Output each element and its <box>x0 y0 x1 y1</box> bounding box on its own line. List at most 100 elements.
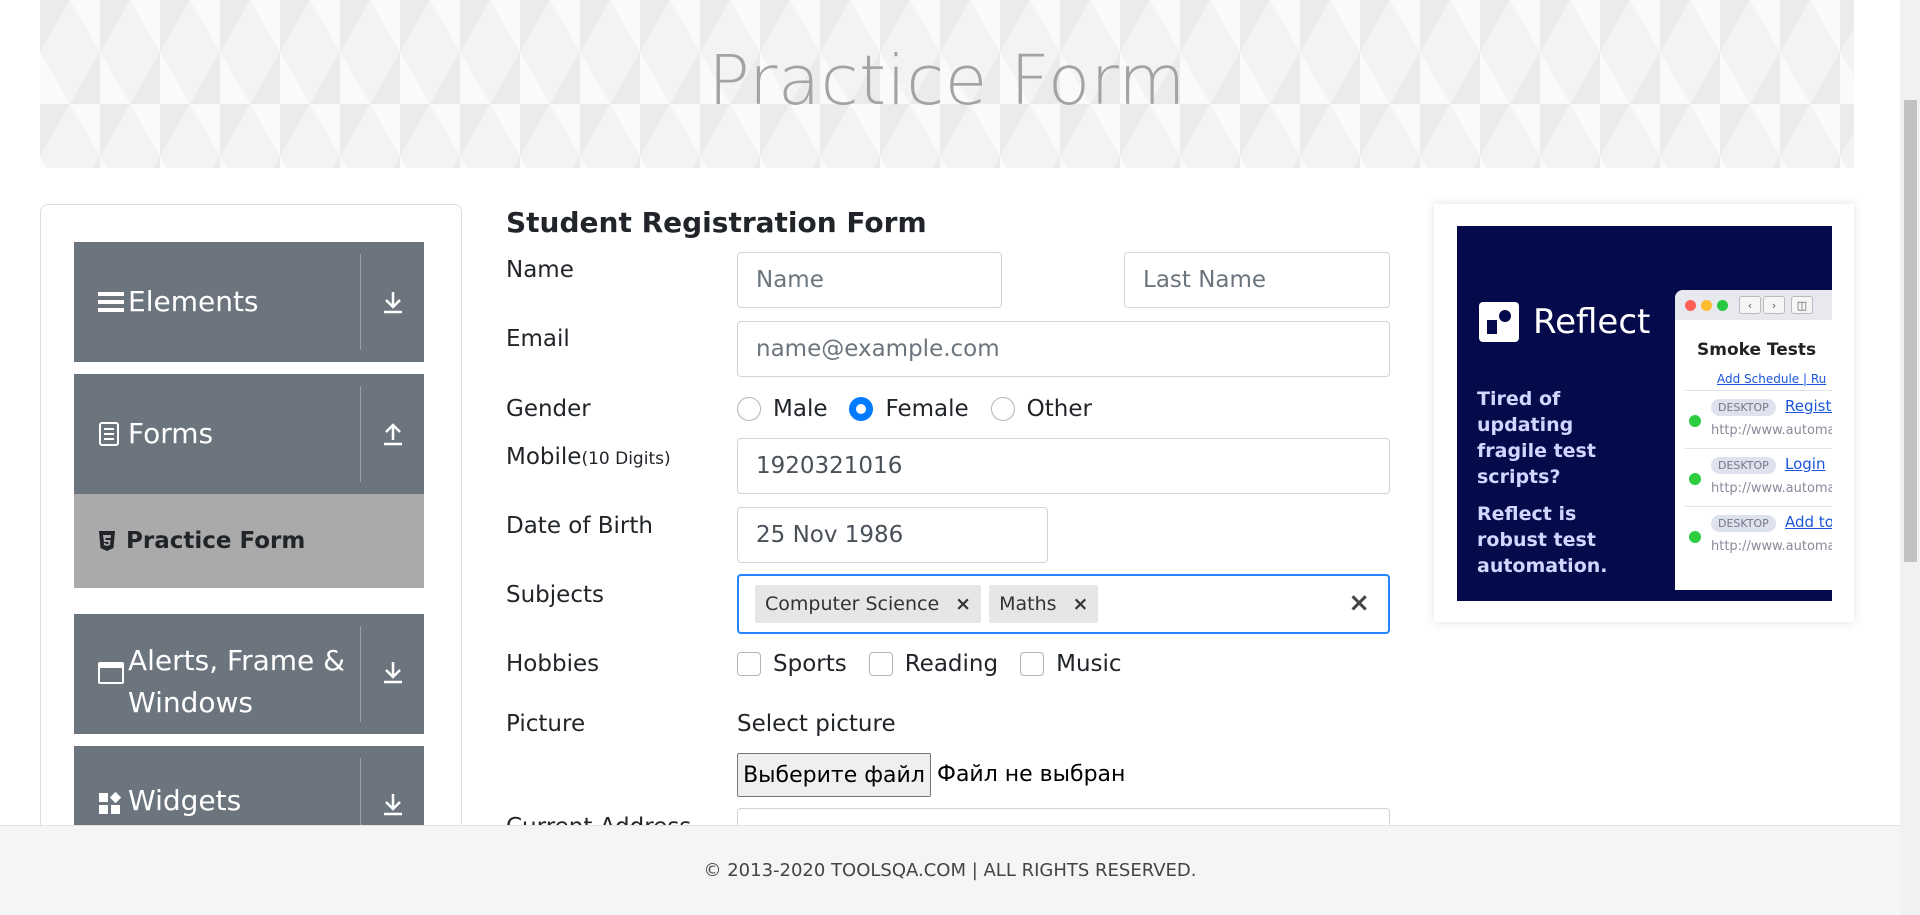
sidebar-toggle-icon: ◫ <box>1791 296 1813 314</box>
gender-male-radio[interactable] <box>737 397 761 421</box>
form-title: Student Registration Form <box>506 206 927 239</box>
ad-badge: DESKTOP <box>1711 457 1776 474</box>
ad-test-row: DESKTOP Login http://www.automat <box>1685 448 1832 504</box>
status-dot-icon <box>1689 415 1701 427</box>
gender-other-label[interactable]: Other <box>1027 396 1092 422</box>
gender-female-radio[interactable] <box>849 397 874 421</box>
divider <box>360 758 361 834</box>
back-icon: ‹ <box>1739 296 1761 314</box>
page-footer: © 2013-2020 TOOLSQA.COM | ALL RIGHTS RES… <box>0 825 1900 915</box>
date-of-birth-input[interactable]: 25 Nov 1986 <box>737 507 1048 563</box>
email-input[interactable]: name@example.com <box>737 321 1390 377</box>
download-arrow-icon[interactable] <box>380 660 406 684</box>
ad-test-row: DESKTOP Add to http://www.automat <box>1685 506 1832 562</box>
widgets-icon <box>98 792 128 816</box>
sidebar-group-alerts[interactable]: Alerts, Frame & Windows <box>74 614 424 734</box>
hobbies-label: Hobbies <box>506 651 600 677</box>
ad-pitch: Reflect is robust test automation. <box>1477 503 1608 577</box>
mobile-hint: (10 Digits) <box>581 449 671 469</box>
ad-panel-title: Smoke Tests <box>1697 340 1817 360</box>
first-name-input[interactable]: Name <box>737 252 1002 308</box>
choose-file-button[interactable]: Выберите файл <box>737 753 931 797</box>
hobby-sports-label[interactable]: Sports <box>773 651 847 677</box>
sidebar-group-elements[interactable]: Elements <box>74 242 424 362</box>
reflect-logo: Reflect <box>1479 302 1650 342</box>
gender-other-radio[interactable] <box>990 397 1015 421</box>
clear-icon[interactable]: × <box>1348 588 1370 618</box>
close-dot-icon <box>1685 299 1696 311</box>
sidebar-group-forms[interactable]: Forms <box>74 374 424 494</box>
download-arrow-icon[interactable] <box>380 792 406 816</box>
sidebar-group-label: Widgets <box>128 784 242 817</box>
hobby-reading-label[interactable]: Reading <box>905 651 998 677</box>
sidebar-group-label: Elements <box>128 285 259 318</box>
ad-row-url: http://www.automat <box>1711 481 1832 496</box>
subjects-input[interactable]: Computer Science × Maths × × <box>737 574 1390 634</box>
vertical-scrollbar[interactable] <box>1900 0 1920 915</box>
subject-chip-label: Maths <box>999 593 1057 615</box>
email-label: Email <box>506 326 570 352</box>
subject-chip-label: Computer Science <box>765 593 940 615</box>
hobbies-checkbox-group: Sports Reading Music <box>737 651 1144 677</box>
ad-row-url: http://www.automat <box>1711 539 1832 554</box>
advertisement[interactable]: Reflect Tired of updating fragile test s… <box>1457 226 1832 601</box>
picture-label: Picture <box>506 711 586 737</box>
sidebar-item-label: Practice Form <box>126 528 306 554</box>
ad-window-titlebar: ‹ › ◫ <box>1675 290 1832 320</box>
name-label: Name <box>506 257 574 283</box>
file-status-text: Файл не выбран <box>937 762 1126 787</box>
hobby-music-checkbox[interactable] <box>1020 652 1045 676</box>
ad-tagline: Tired of updating fragile test scripts? <box>1477 388 1596 488</box>
gender-radio-group: Male Female Other <box>737 396 1114 422</box>
reflect-logo-icon <box>1479 302 1519 342</box>
window-icon <box>98 662 128 684</box>
minimize-dot-icon <box>1701 299 1712 311</box>
gender-male-label[interactable]: Male <box>773 396 827 422</box>
maximize-dot-icon <box>1717 299 1728 311</box>
hobby-reading-checkbox[interactable] <box>868 652 893 676</box>
hobby-sports-checkbox[interactable] <box>737 652 761 676</box>
last-name-input[interactable]: Last Name <box>1124 252 1390 308</box>
divider <box>360 626 361 722</box>
gender-female-label[interactable]: Female <box>885 396 968 422</box>
html5-icon <box>98 530 120 552</box>
dob-label: Date of Birth <box>506 513 653 539</box>
ad-schedule-link: Add Schedule | Ru <box>1717 372 1827 386</box>
footer-copyright: © 2013-2020 TOOLSQA.COM | ALL RIGHTS RES… <box>703 860 1197 881</box>
ad-row-url: http://www.automat <box>1711 423 1832 438</box>
ad-badge: DESKTOP <box>1711 399 1776 416</box>
ad-row-link: Login <box>1785 455 1826 473</box>
gender-label: Gender <box>506 396 591 422</box>
ad-row-link: Registr <box>1785 397 1832 415</box>
document-icon <box>98 422 128 446</box>
page-title: Practice Form <box>708 41 1186 121</box>
picture-caption: Select picture <box>737 711 896 737</box>
status-dot-icon <box>1689 531 1701 543</box>
status-dot-icon <box>1689 473 1701 485</box>
page-banner: Practice Form <box>40 0 1854 168</box>
chip-remove-icon[interactable]: × <box>949 593 981 615</box>
ad-row-link: Add to <box>1785 513 1832 531</box>
ad-test-row: DESKTOP Registr http://www.automat <box>1685 390 1832 446</box>
subject-chip: Computer Science × <box>755 585 982 623</box>
hobby-music-label[interactable]: Music <box>1056 651 1121 677</box>
chip-remove-icon[interactable]: × <box>1067 593 1099 615</box>
sidebar-group-label: Forms <box>128 417 214 450</box>
divider <box>360 254 361 350</box>
ad-brand: Reflect <box>1533 302 1651 342</box>
mobile-input[interactable]: 1920321016 <box>737 438 1390 494</box>
sidebar-group-label: Alerts, Frame & Windows <box>128 644 346 719</box>
scrollbar-thumb[interactable] <box>1904 100 1917 562</box>
download-arrow-icon[interactable] <box>380 290 406 314</box>
mobile-label: Mobile(10 Digits) <box>506 444 671 470</box>
divider <box>360 386 361 482</box>
forward-icon: › <box>1763 296 1785 314</box>
subjects-label: Subjects <box>506 582 604 608</box>
sidebar-item-practice-form[interactable]: Practice Form <box>74 494 424 588</box>
upload-arrow-icon[interactable] <box>380 422 406 446</box>
subject-chip: Maths × <box>989 585 1099 623</box>
ad-screenshot-window: ‹ › ◫ Smoke Tests Add Schedule | Ru DESK… <box>1675 290 1832 590</box>
mobile-label-text: Mobile <box>506 444 582 470</box>
menu-icon <box>98 291 128 313</box>
ad-badge: DESKTOP <box>1711 515 1776 532</box>
